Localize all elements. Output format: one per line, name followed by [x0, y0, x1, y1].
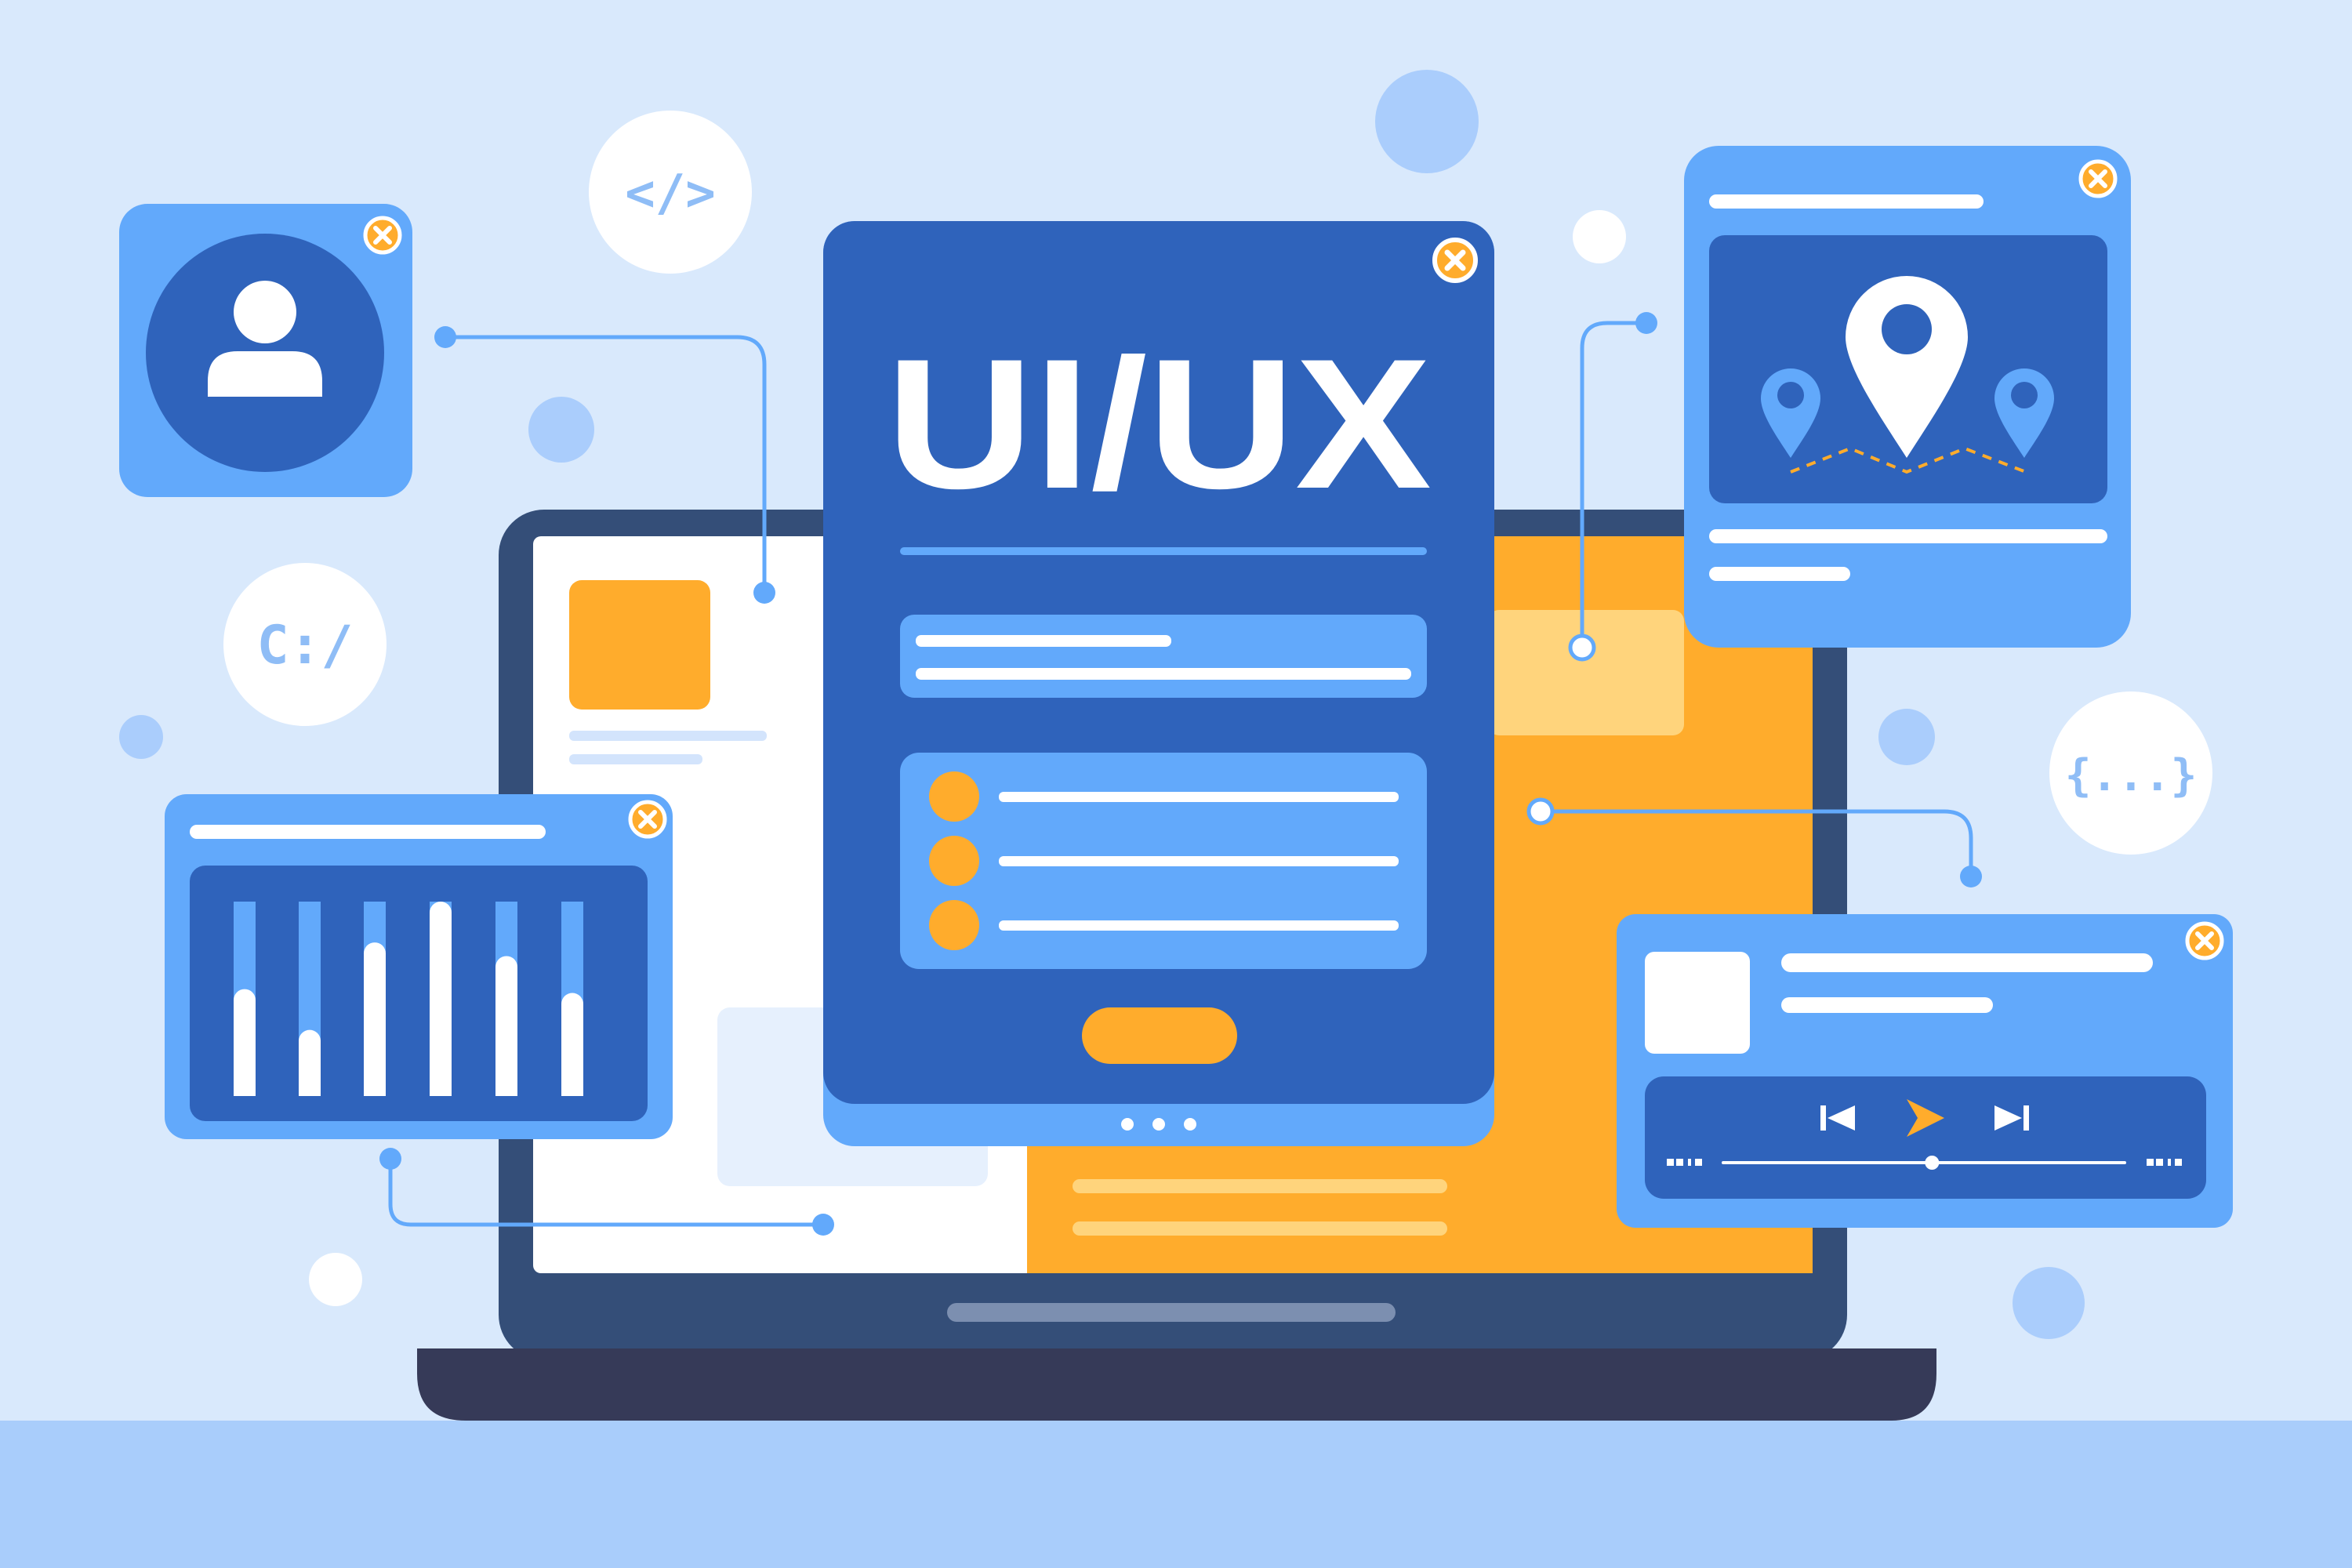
braces-badge: {...} — [2049, 691, 2212, 855]
code-badge-label: </> — [625, 165, 716, 223]
profile-window — [119, 204, 412, 497]
player-controls — [1645, 1076, 2206, 1199]
path-badge-label: C:/ — [257, 615, 354, 677]
hero-title: UI/UX — [886, 321, 1432, 528]
code-badge: </> — [589, 111, 752, 274]
progress-handle[interactable] — [1925, 1156, 1940, 1170]
chart-bar — [430, 902, 452, 1096]
laptop-base — [417, 1348, 1936, 1421]
close-icon[interactable] — [363, 216, 402, 255]
chart-window — [165, 794, 673, 1139]
close-icon[interactable] — [628, 800, 667, 839]
map-window — [1684, 146, 2131, 648]
path-badge: C:/ — [223, 563, 387, 726]
close-icon[interactable] — [1432, 238, 1478, 283]
floor — [0, 1421, 2352, 1568]
submit-button[interactable] — [1082, 1007, 1237, 1064]
chart-bar — [364, 942, 386, 1096]
ui-ux-card: UI/UX — [823, 221, 1494, 1146]
chart-bar — [234, 989, 256, 1096]
media-player-window — [1617, 914, 2233, 1228]
braces-badge-label: {...} — [2065, 750, 2198, 801]
close-icon[interactable] — [2185, 921, 2224, 960]
chart-bar — [495, 956, 517, 1096]
illustration-scene: </> C:/ {...} UI/UX — [0, 70, 2352, 1568]
media-thumbnail — [1645, 952, 1750, 1054]
progress-track[interactable] — [1722, 1161, 2126, 1164]
chart-bar — [561, 993, 583, 1096]
option-list — [929, 771, 1399, 950]
close-icon[interactable] — [2078, 159, 2118, 198]
text-field-block — [900, 615, 1427, 698]
screen-orange-card — [1488, 610, 1684, 735]
screen-image-block — [569, 580, 710, 710]
laptop-hinge — [947, 1303, 1396, 1322]
